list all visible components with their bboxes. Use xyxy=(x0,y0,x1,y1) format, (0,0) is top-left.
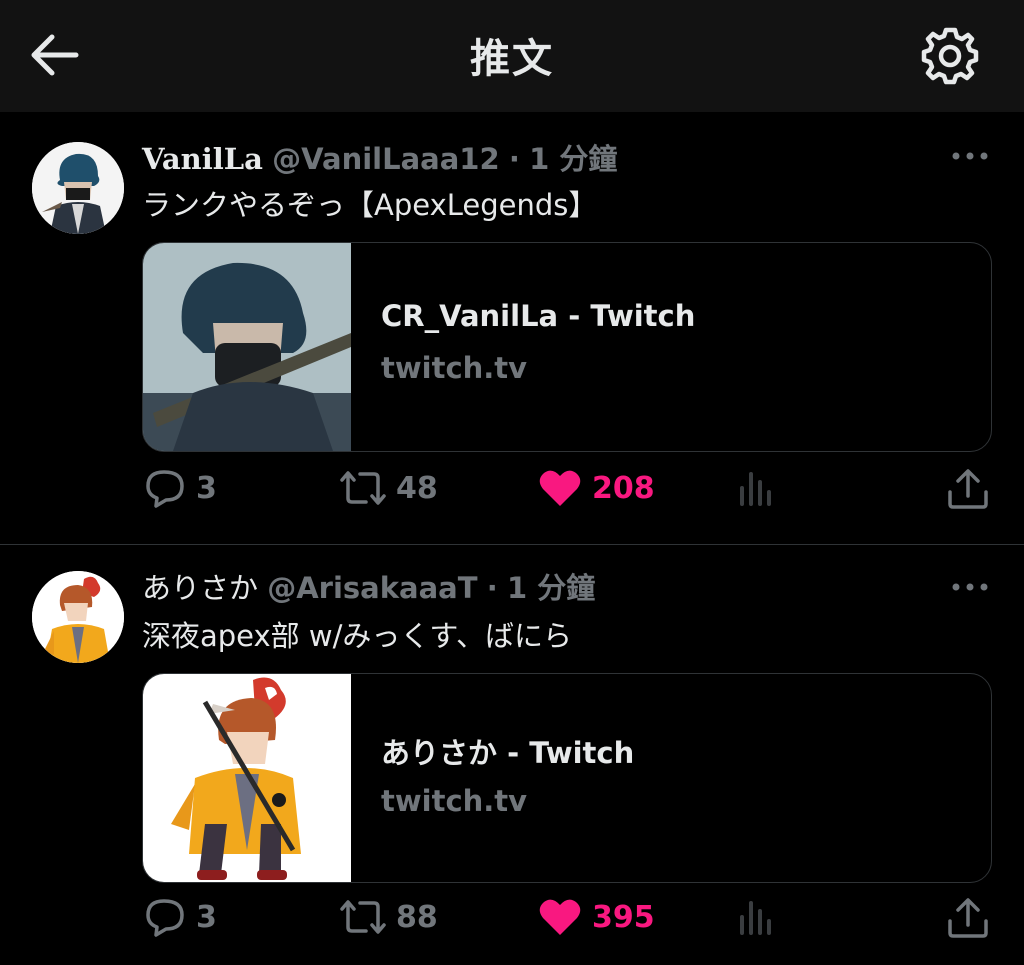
display-name[interactable]: ありさか xyxy=(142,571,258,605)
avatar[interactable] xyxy=(32,142,124,234)
display-name[interactable]: VanilLa xyxy=(142,142,263,176)
avatar-image xyxy=(32,142,124,234)
retweet-icon xyxy=(340,900,386,934)
retweet-button[interactable]: 48 xyxy=(340,468,438,508)
avatar[interactable] xyxy=(32,571,124,663)
timestamp[interactable]: 1 分鐘 xyxy=(529,142,617,176)
card-thumbnail xyxy=(143,243,351,451)
bar-chart-icon xyxy=(740,901,771,935)
share-button[interactable] xyxy=(946,897,990,939)
gear-icon[interactable] xyxy=(918,24,982,88)
top-bar: 推文 xyxy=(0,0,1024,112)
card-title: CR_VanilLa - Twitch xyxy=(381,299,696,333)
retweet-count: 48 xyxy=(396,470,438,506)
link-card[interactable]: ありさか - Twitch twitch.tv xyxy=(142,673,992,883)
reply-icon xyxy=(146,470,184,508)
dot-separator: · xyxy=(486,571,498,605)
avatar-image xyxy=(32,571,124,663)
card-thumbnail xyxy=(143,674,351,882)
link-card[interactable]: CR_VanilLa - Twitch twitch.tv xyxy=(142,242,992,452)
tweet[interactable]: VanilLa @VanilLaaa12 · 1 分鐘 ランクやるぞっ【Apex… xyxy=(0,112,1024,544)
reply-count: 3 xyxy=(196,899,217,935)
like-count: 395 xyxy=(592,899,655,935)
card-domain: twitch.tv xyxy=(381,784,528,818)
page-title: 推文 xyxy=(470,36,554,82)
like-button[interactable]: 395 xyxy=(538,897,655,937)
dot-separator: · xyxy=(508,142,520,176)
like-count: 208 xyxy=(592,470,655,506)
tweet-actions: 3 48 208 xyxy=(0,468,1024,516)
retweet-count: 88 xyxy=(396,899,438,935)
retweet-button[interactable]: 88 xyxy=(340,897,438,937)
card-title: ありさか - Twitch xyxy=(381,736,635,770)
more-options-icon[interactable] xyxy=(950,579,990,595)
handle[interactable]: @ArisakaaaT xyxy=(267,571,477,605)
more-options-icon[interactable] xyxy=(950,148,990,164)
share-icon xyxy=(948,469,988,509)
reply-count: 3 xyxy=(196,470,217,506)
handle[interactable]: @VanilLaaa12 xyxy=(272,142,500,176)
reply-icon xyxy=(146,899,184,937)
tweet-text: ランクやるぞっ【ApexLegends】 xyxy=(142,188,598,222)
retweet-icon xyxy=(340,471,386,505)
tweet[interactable]: ありさか @ArisakaaaT · 1 分鐘 深夜apex部 w/みっくす、ば… xyxy=(0,545,1024,965)
tweet-header: ありさか @ArisakaaaT · 1 分鐘 xyxy=(142,565,595,607)
share-icon xyxy=(948,898,988,938)
tweet-actions: 3 88 395 xyxy=(0,897,1024,945)
share-button[interactable] xyxy=(946,468,990,510)
views-button[interactable] xyxy=(736,897,776,937)
views-button[interactable] xyxy=(736,468,776,508)
heart-filled-icon xyxy=(539,470,581,506)
reply-button[interactable]: 3 xyxy=(144,468,217,508)
card-domain: twitch.tv xyxy=(381,351,528,385)
timestamp[interactable]: 1 分鐘 xyxy=(507,571,595,605)
bar-chart-icon xyxy=(740,472,771,506)
heart-filled-icon xyxy=(539,899,581,935)
tweet-header: VanilLa @VanilLaaa12 · 1 分鐘 xyxy=(142,136,617,178)
reply-button[interactable]: 3 xyxy=(144,897,217,937)
tweet-text: 深夜apex部 w/みっくす、ばにら xyxy=(142,619,573,653)
like-button[interactable]: 208 xyxy=(538,468,655,508)
